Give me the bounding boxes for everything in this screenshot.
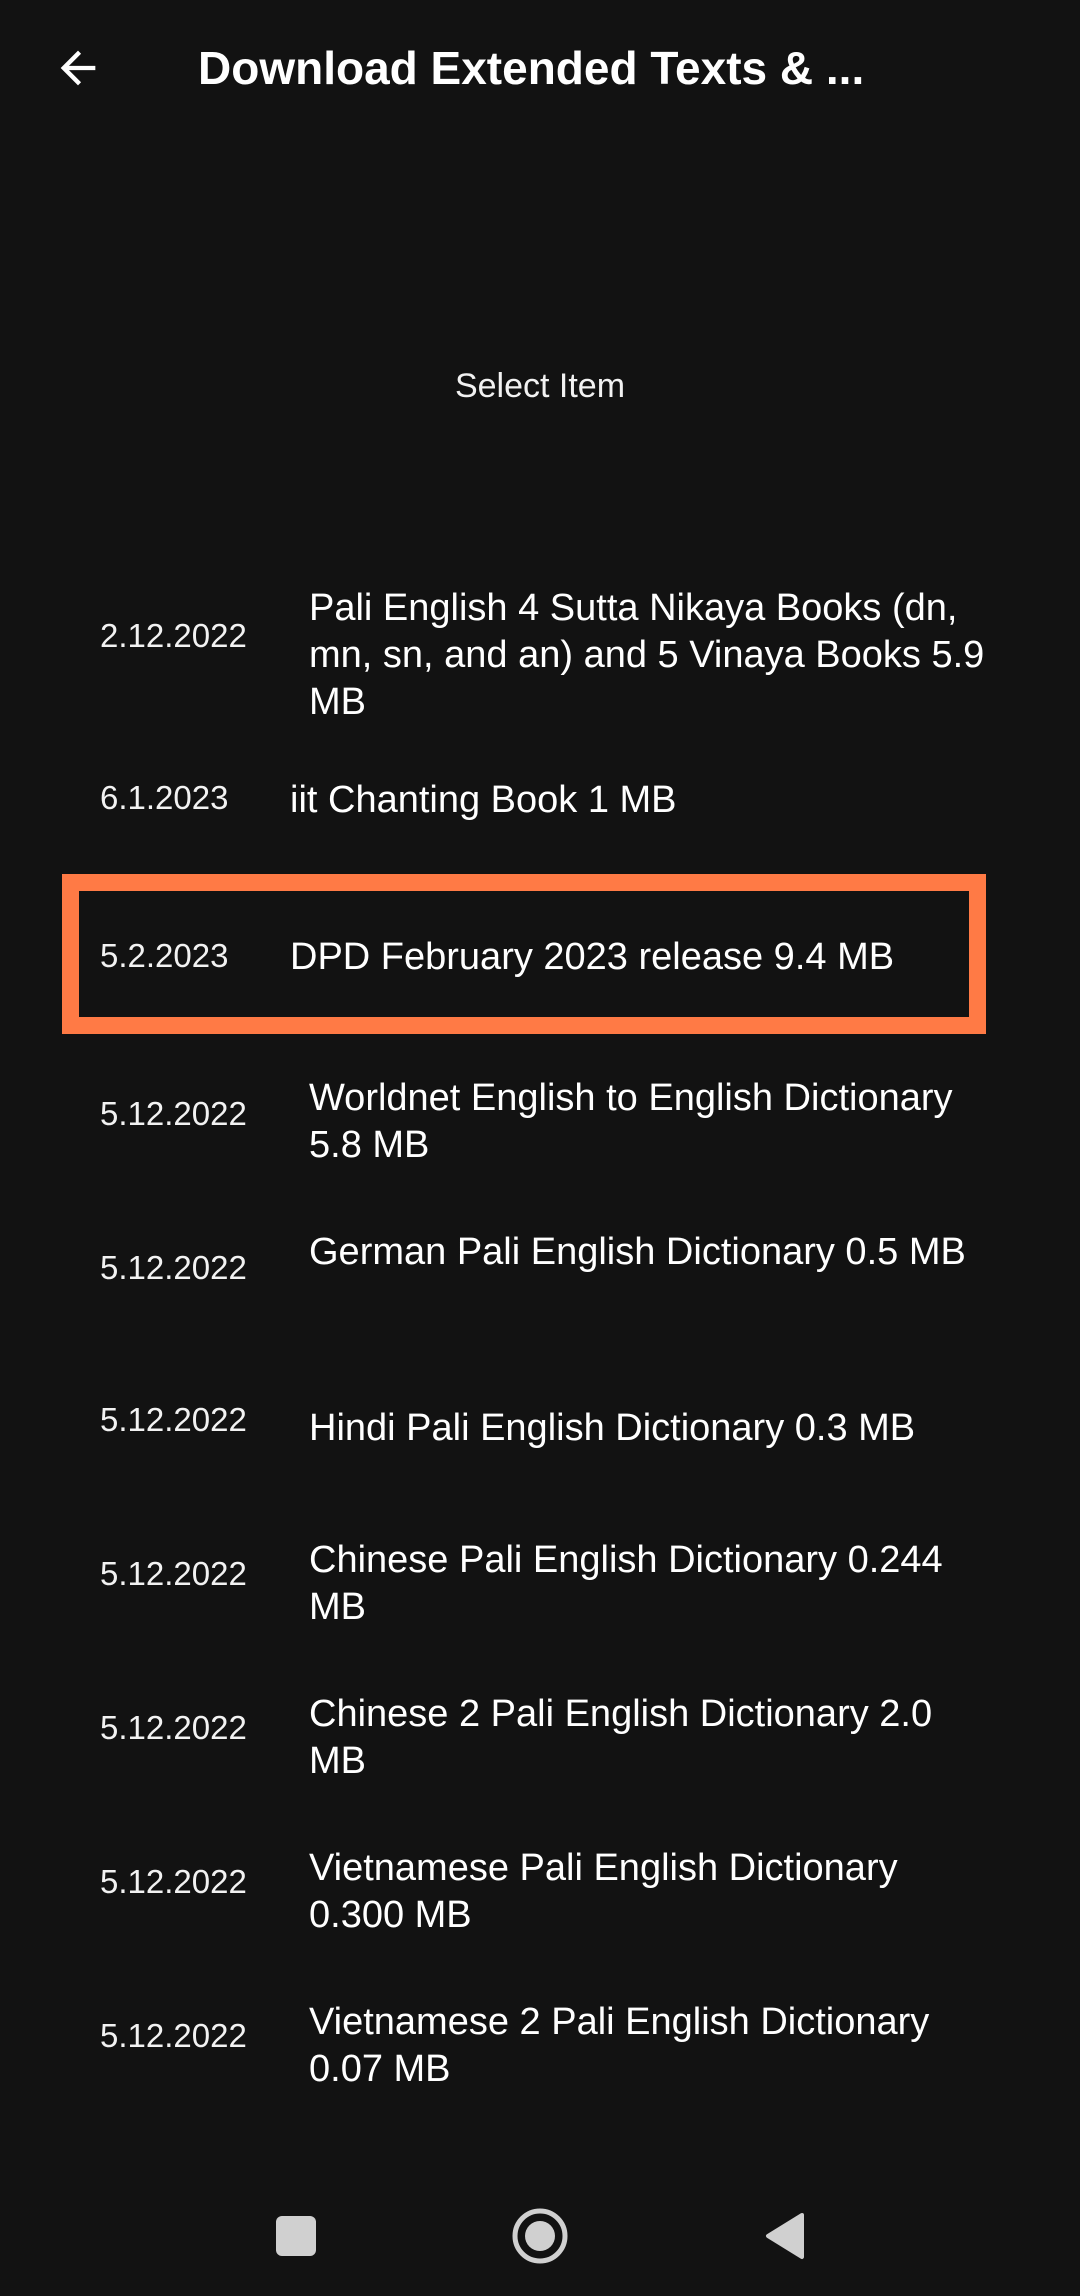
select-item-heading: Select Item xyxy=(454,367,626,405)
item-date: 5.12.2022 xyxy=(100,1709,247,1746)
item-date: 5.12.2022 xyxy=(100,1555,247,1592)
list-item[interactable]: 5.12.2022 Vietnamese Pali English Dictio… xyxy=(0,1845,1080,1955)
recents-button[interactable] xyxy=(256,2196,336,2276)
item-label: Vietnamese Pali English Dictionary 0.300… xyxy=(309,1847,898,1936)
item-date: 5.2.2023 xyxy=(100,937,229,974)
app-bar: Download Extended Texts & ... xyxy=(0,0,1080,140)
item-label: German Pali English Dictionary 0.5 MB xyxy=(309,1231,966,1273)
page-title: Download Extended Texts & ... xyxy=(198,42,865,94)
list-item[interactable]: 2.12.2022 Pali English 4 Sutta Nikaya Bo… xyxy=(0,585,1080,735)
circle-home-icon xyxy=(512,2208,568,2264)
item-label: Chinese Pali English Dictionary 0.244 MB xyxy=(309,1539,943,1628)
item-label: DPD February 2023 release 9.4 MB xyxy=(290,936,895,978)
item-date: 6.1.2023 xyxy=(100,779,229,816)
item-date: 5.12.2022 xyxy=(100,2017,247,2054)
item-label: iit Chanting Book 1 MB xyxy=(290,779,677,821)
item-date: 5.12.2022 xyxy=(100,1095,247,1132)
arrow-left-icon xyxy=(60,50,96,86)
square-icon xyxy=(276,2216,316,2256)
item-date: 5.12.2022 xyxy=(100,1863,247,1900)
item-date: 2.12.2022 xyxy=(100,617,247,654)
back-button[interactable] xyxy=(40,30,116,106)
item-date: 5.12.2022 xyxy=(100,1401,247,1438)
list-item-highlighted[interactable]: 5.2.2023 DPD February 2023 release 9.4 M… xyxy=(0,925,1080,1025)
list-item[interactable]: 5.12.2022 Hindi Pali English Dictionary … xyxy=(0,1397,1080,1477)
item-label: Worldnet English to English Dictionary 5… xyxy=(309,1077,953,1166)
item-label: Hindi Pali English Dictionary 0.3 MB xyxy=(309,1407,916,1449)
list-item[interactable]: 5.12.2022 Worldnet English to English Di… xyxy=(0,1075,1080,1185)
list-item[interactable]: 5.12.2022 Chinese Pali English Dictionar… xyxy=(0,1537,1080,1647)
item-label: Vietnamese 2 Pali English Dictionary 0.0… xyxy=(309,2001,930,2090)
nav-back-button[interactable] xyxy=(744,2196,824,2276)
item-label: Chinese 2 Pali English Dictionary 2.0 MB xyxy=(309,1693,933,1782)
list-item[interactable]: 5.12.2022 Vietnamese 2 Pali English Dict… xyxy=(0,1999,1080,2109)
home-button[interactable] xyxy=(500,2196,580,2276)
triangle-back-icon xyxy=(766,2213,804,2259)
item-label: Pali English 4 Sutta Nikaya Books (dn, m… xyxy=(309,587,985,723)
list-item[interactable]: 5.12.2022 Chinese 2 Pali English Diction… xyxy=(0,1691,1080,1801)
system-nav-bar xyxy=(0,2176,1080,2296)
item-date: 5.12.2022 xyxy=(100,1249,247,1286)
list-item[interactable]: 5.12.2022 German Pali English Dictionary… xyxy=(0,1229,1080,1339)
list-item[interactable]: 6.1.2023 iit Chanting Book 1 MB xyxy=(0,775,1080,875)
